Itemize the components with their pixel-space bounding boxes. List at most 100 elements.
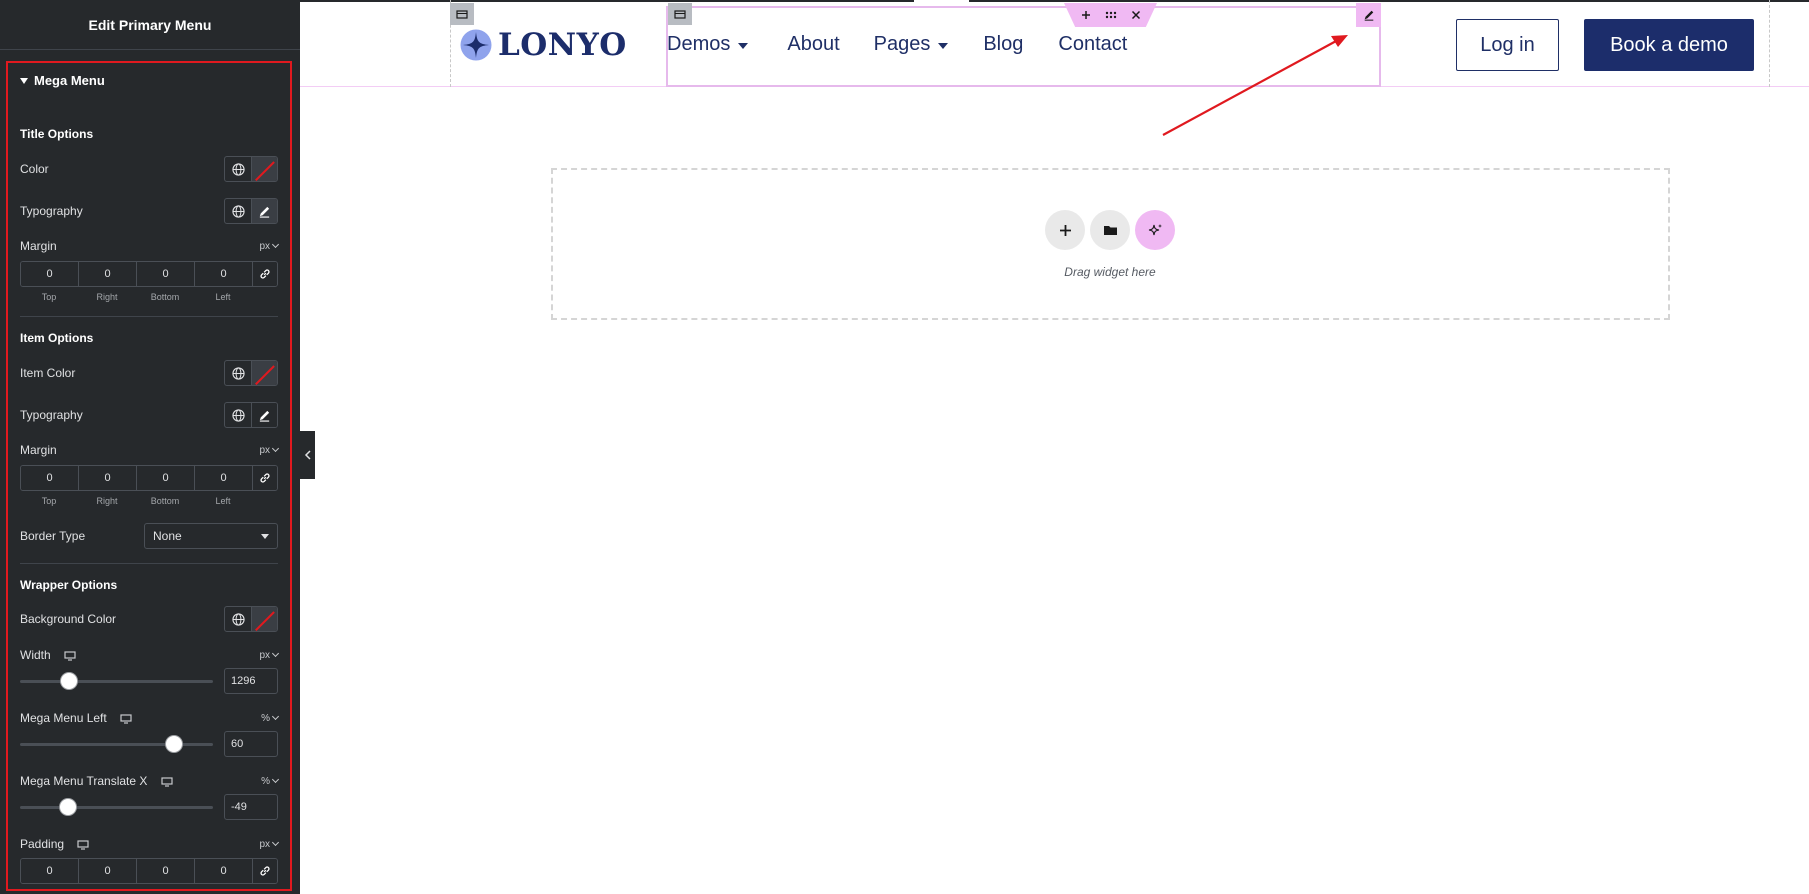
margin-left-input[interactable]: 0 (195, 262, 253, 286)
width-slider-thumb[interactable] (61, 672, 77, 689)
translate-slider-track[interactable] (20, 798, 213, 815)
width-input[interactable]: 1296 (224, 668, 278, 694)
ai-assistant-button[interactable] (1135, 210, 1175, 250)
padding-label-wrap: Padding (20, 837, 89, 851)
divider (20, 316, 278, 317)
link-values-button[interactable] (253, 262, 277, 286)
link-values-button[interactable] (253, 466, 277, 490)
margin-top-input[interactable]: 0 (21, 466, 79, 490)
widget-toolbar (1064, 3, 1157, 27)
caret-down-icon (738, 42, 749, 49)
global-colors-button[interactable] (225, 157, 251, 181)
width-slider-track[interactable] (20, 672, 213, 689)
chevron-down-icon (271, 775, 280, 784)
left-slider-thumb[interactable] (166, 735, 182, 752)
star-logo-icon (460, 29, 492, 61)
login-button[interactable]: Log in (1456, 19, 1559, 71)
margin-right-input[interactable]: 0 (79, 466, 137, 490)
padding-left-input[interactable]: 0 (195, 859, 253, 883)
nav-item-demos[interactable]: Demos (667, 33, 749, 56)
nav-item-blog[interactable]: Blog (983, 33, 1023, 56)
link-icon (260, 473, 270, 483)
margin-bottom-input[interactable]: 0 (137, 466, 195, 490)
margin-left-input[interactable]: 0 (195, 466, 253, 490)
column-guide-right (1769, 0, 1770, 87)
pencil-icon (259, 410, 270, 422)
padding-right-input[interactable]: 0 (79, 859, 137, 883)
close-icon[interactable] (1131, 10, 1141, 20)
border-type-select[interactable]: None (144, 523, 278, 549)
widget-handle[interactable] (668, 3, 692, 25)
item-typography-control: Typography (20, 402, 278, 428)
title-typography-label: Typography (20, 204, 83, 218)
link-values-button[interactable] (253, 859, 277, 883)
title-margin-unit-select[interactable]: px (259, 241, 280, 252)
title-color-swatch[interactable] (251, 157, 277, 181)
margin-right-input[interactable]: 0 (79, 262, 137, 286)
margin-top-input[interactable]: 0 (21, 262, 79, 286)
no-color-swatch-icon (253, 361, 277, 385)
chevron-down-icon (271, 712, 280, 721)
side-label: Top (41, 496, 57, 506)
collapse-panel-button[interactable] (300, 431, 315, 479)
padding-label: Padding (20, 837, 65, 851)
left-label: Mega Menu Left (20, 711, 107, 725)
desktop-icon[interactable] (120, 714, 132, 724)
width-unit-select[interactable]: px (259, 650, 280, 661)
drop-zone-hint: Drag widget here (1064, 265, 1156, 279)
mega-menu-section-toggle[interactable]: Mega Menu (20, 73, 105, 88)
add-template-button[interactable] (1090, 210, 1130, 250)
global-colors-button[interactable] (225, 607, 251, 631)
nav-label: Demos (667, 33, 731, 55)
side-label: Left (215, 292, 231, 302)
side-label: Bottom (150, 292, 180, 302)
chevron-down-icon (271, 444, 280, 453)
plus-icon[interactable] (1081, 10, 1091, 20)
caret-down-icon (20, 77, 28, 84)
nav-item-about[interactable]: About (787, 33, 839, 56)
padding-header: Padding px (20, 837, 280, 851)
padding-top-input[interactable]: 0 (21, 859, 79, 883)
add-section-button[interactable] (1045, 210, 1085, 250)
global-typography-button[interactable] (225, 403, 251, 427)
column-handle[interactable] (450, 3, 474, 25)
bg-color-control: Background Color (20, 606, 278, 632)
bg-color-swatch[interactable] (251, 607, 277, 631)
left-header: Mega Menu Left % (20, 711, 280, 725)
globe-icon (231, 162, 245, 176)
nav-label: Pages (873, 33, 931, 55)
desktop-icon[interactable] (77, 840, 89, 850)
desktop-icon[interactable] (64, 651, 76, 661)
site-logo[interactable]: LONYO (460, 27, 627, 63)
padding-unit-select[interactable]: px (259, 839, 280, 850)
edit-menu-button[interactable] (1356, 3, 1381, 27)
unit-text: % (261, 775, 270, 787)
translate-input[interactable]: -49 (224, 794, 278, 820)
left-unit-select[interactable]: % (261, 712, 280, 724)
left-slider-track[interactable] (20, 735, 213, 752)
global-colors-button[interactable] (225, 361, 251, 385)
desktop-icon[interactable] (161, 777, 173, 787)
column-icon (674, 9, 686, 19)
drag-grid-icon[interactable] (1105, 11, 1117, 19)
book-demo-button[interactable]: Book a demo (1584, 19, 1754, 71)
item-margin-dimensions: 0 0 0 0 Top Right Bottom Left (20, 465, 278, 506)
link-icon (260, 269, 270, 279)
nav-item-pages[interactable]: Pages (874, 33, 949, 56)
item-color-label: Item Color (20, 366, 76, 380)
nav-item-contact[interactable]: Contact (1058, 33, 1127, 56)
left-label-wrap: Mega Menu Left (20, 711, 132, 725)
margin-bottom-input[interactable]: 0 (137, 262, 195, 286)
globe-icon (231, 612, 245, 626)
left-input[interactable]: 60 (224, 731, 278, 757)
translate-unit-select[interactable]: % (261, 775, 280, 787)
arrow-annotation (1162, 35, 1348, 136)
item-margin-unit-select[interactable]: px (259, 444, 280, 456)
global-typography-button[interactable] (225, 199, 251, 223)
edit-typography-button[interactable] (251, 199, 277, 223)
edit-typography-button[interactable] (251, 403, 277, 427)
border-type-label: Border Type (20, 529, 86, 543)
padding-bottom-input[interactable]: 0 (137, 859, 195, 883)
item-color-swatch[interactable] (251, 361, 277, 385)
translate-slider-thumb[interactable] (60, 798, 76, 815)
